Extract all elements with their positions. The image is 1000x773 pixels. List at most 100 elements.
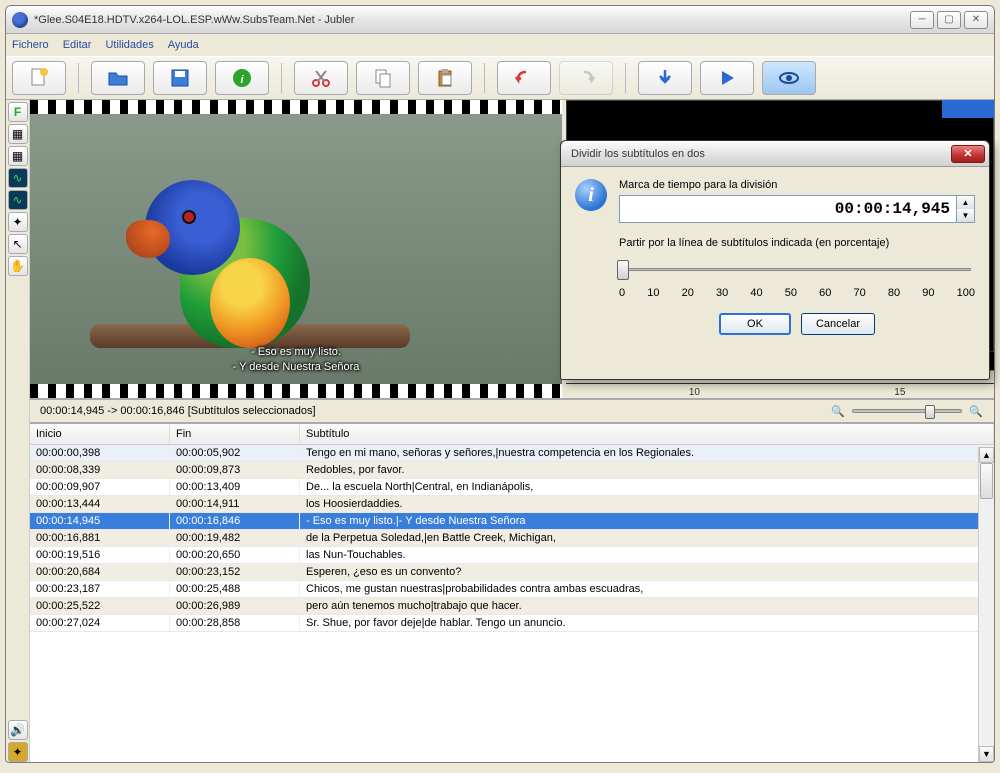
titlebar: *Glee.S04E18.HDTV.x264-LOL.ESP.wWw.SubsT… bbox=[6, 6, 994, 34]
tool-wand-icon[interactable]: ✦ bbox=[8, 212, 28, 232]
table-cell: 00:00:20,650 bbox=[170, 547, 300, 563]
tool-sparkle-icon[interactable]: ✦ bbox=[8, 742, 28, 762]
zoom-out-icon[interactable]: 🔍 bbox=[830, 403, 846, 419]
table-row[interactable]: 00:00:00,39800:00:05,902Tengo en mi mano… bbox=[30, 445, 994, 462]
col-start-header[interactable]: Inicio bbox=[30, 424, 170, 444]
copy-button[interactable] bbox=[356, 61, 410, 95]
toolbar: i bbox=[6, 56, 994, 100]
table-cell: 00:00:13,444 bbox=[30, 496, 170, 512]
table-row[interactable]: 00:00:14,94500:00:16,846- Eso es muy lis… bbox=[30, 513, 994, 530]
table-cell: 00:00:19,516 bbox=[30, 547, 170, 563]
main-window: *Glee.S04E18.HDTV.x264-LOL.ESP.wWw.SubsT… bbox=[5, 5, 995, 763]
ok-button[interactable]: OK bbox=[719, 313, 791, 335]
cut-button[interactable] bbox=[294, 61, 348, 95]
table-cell: 00:00:19,482 bbox=[170, 530, 300, 546]
time-label: Marca de tiempo para la división bbox=[619, 179, 975, 191]
tool-wave2-icon[interactable]: ∿ bbox=[8, 190, 28, 210]
table-cell: Esperen, ¿eso es un convento? bbox=[300, 564, 994, 580]
table-row[interactable]: 00:00:20,68400:00:23,152Esperen, ¿eso es… bbox=[30, 564, 994, 581]
table-cell: 00:00:13,409 bbox=[170, 479, 300, 495]
tool-photo-icon[interactable]: ▦ bbox=[8, 146, 28, 166]
table-cell: 00:00:00,398 bbox=[30, 445, 170, 461]
paste-button[interactable] bbox=[418, 61, 472, 95]
tool-sound-icon[interactable]: 🔊 bbox=[8, 720, 28, 740]
table-cell: 00:00:23,152 bbox=[170, 564, 300, 580]
table-cell: 00:00:20,684 bbox=[30, 564, 170, 580]
menu-utilities[interactable]: Utilidades bbox=[105, 39, 153, 51]
table-cell: las Nun-Touchables. bbox=[300, 547, 994, 563]
col-text-header[interactable]: Subtítulo bbox=[300, 424, 994, 444]
minimize-button[interactable]: ─ bbox=[910, 11, 934, 29]
scroll-down-icon[interactable]: ▼ bbox=[979, 746, 994, 762]
subtitle-line: - Eso es muy listo. bbox=[233, 345, 360, 359]
percent-slider[interactable] bbox=[623, 263, 971, 277]
redo-button[interactable] bbox=[559, 61, 613, 95]
table-cell: 00:00:09,873 bbox=[170, 462, 300, 478]
table-cell: Chicos, me gustan nuestras|probabilidade… bbox=[300, 581, 994, 597]
col-end-header[interactable]: Fin bbox=[170, 424, 300, 444]
preview-button[interactable] bbox=[762, 61, 816, 95]
dialog-close-button[interactable]: ✕ bbox=[951, 145, 985, 163]
spinner-up-icon[interactable]: ▲ bbox=[957, 196, 974, 209]
side-toolbar: F ▦ ▦ ∿ ∿ ✦ ↖ ✋ 🔊 ✦ bbox=[6, 100, 30, 762]
time-input[interactable] bbox=[619, 195, 957, 223]
scroll-up-icon[interactable]: ▲ bbox=[979, 447, 994, 463]
close-button[interactable]: ✕ bbox=[964, 11, 988, 29]
video-preview: - Eso es muy listo. - Y desde Nuestra Se… bbox=[30, 100, 562, 398]
table-cell: Redobles, por favor. bbox=[300, 462, 994, 478]
maximize-button[interactable]: ▢ bbox=[937, 11, 961, 29]
dialog-title: Dividir los subtítulos en dos bbox=[571, 148, 951, 160]
table-cell: 00:00:05,902 bbox=[170, 445, 300, 461]
table-cell: de la Perpetua Soledad,|en Battle Creek,… bbox=[300, 530, 994, 546]
scrollbar[interactable]: ▲ ▼ bbox=[978, 447, 994, 762]
table-row[interactable]: 00:00:23,18700:00:25,488Chicos, me gusta… bbox=[30, 581, 994, 598]
table-row[interactable]: 00:00:16,88100:00:19,482de la Perpetua S… bbox=[30, 530, 994, 547]
download-button[interactable] bbox=[638, 61, 692, 95]
table-row[interactable]: 00:00:19,51600:00:20,650las Nun-Touchabl… bbox=[30, 547, 994, 564]
window-title: *Glee.S04E18.HDTV.x264-LOL.ESP.wWw.SubsT… bbox=[34, 14, 910, 26]
table-cell: 00:00:16,846 bbox=[170, 513, 300, 529]
open-button[interactable] bbox=[91, 61, 145, 95]
tool-pointer-icon[interactable]: ↖ bbox=[8, 234, 28, 254]
app-icon bbox=[12, 12, 28, 28]
table-cell: 00:00:26,989 bbox=[170, 598, 300, 614]
table-cell: 00:00:14,911 bbox=[170, 496, 300, 512]
spinner-down-icon[interactable]: ▼ bbox=[957, 209, 974, 222]
table-cell: 00:00:25,522 bbox=[30, 598, 170, 614]
table-cell: 00:00:25,488 bbox=[170, 581, 300, 597]
tool-image-icon[interactable]: ▦ bbox=[8, 124, 28, 144]
table-row[interactable]: 00:00:27,02400:00:28,858Sr. Shue, por fa… bbox=[30, 615, 994, 632]
table-cell: 00:00:23,187 bbox=[30, 581, 170, 597]
table-cell: los Hoosierdaddies. bbox=[300, 496, 994, 512]
menu-edit[interactable]: Editar bbox=[63, 39, 92, 51]
subtitle-overlay: - Eso es muy listo. - Y desde Nuestra Se… bbox=[233, 345, 360, 374]
table-cell: Sr. Shue, por favor deje|de hablar. Teng… bbox=[300, 615, 994, 631]
table-header: Inicio Fin Subtítulo bbox=[30, 424, 994, 445]
save-button[interactable] bbox=[153, 61, 207, 95]
undo-button[interactable] bbox=[497, 61, 551, 95]
tool-hand-icon[interactable]: ✋ bbox=[8, 256, 28, 276]
table-cell: 00:00:08,339 bbox=[30, 462, 170, 478]
info-button[interactable]: i bbox=[215, 61, 269, 95]
subtitle-table: Inicio Fin Subtítulo 00:00:00,39800:00:0… bbox=[30, 424, 994, 762]
table-row[interactable]: 00:00:13,44400:00:14,911los Hoosierdaddi… bbox=[30, 496, 994, 513]
split-dialog: Dividir los subtítulos en dos ✕ i Marca … bbox=[560, 140, 990, 380]
table-row[interactable]: 00:00:08,33900:00:09,873Redobles, por fa… bbox=[30, 462, 994, 479]
dialog-titlebar: Dividir los subtítulos en dos ✕ bbox=[561, 141, 989, 167]
info-icon: i bbox=[575, 179, 607, 211]
menubar: Fichero Editar Utilidades Ayuda bbox=[6, 34, 994, 56]
table-cell: 00:00:28,858 bbox=[170, 615, 300, 631]
table-row[interactable]: 00:00:25,52200:00:26,989pero aún tenemos… bbox=[30, 598, 994, 615]
tool-wave-icon[interactable]: ∿ bbox=[8, 168, 28, 188]
new-button[interactable] bbox=[12, 61, 66, 95]
zoom-slider[interactable] bbox=[852, 409, 962, 413]
menu-file[interactable]: Fichero bbox=[12, 39, 49, 51]
table-cell: 00:00:16,881 bbox=[30, 530, 170, 546]
menu-help[interactable]: Ayuda bbox=[168, 39, 199, 51]
zoom-in-icon[interactable]: 🔍 bbox=[968, 403, 984, 419]
table-cell: 00:00:14,945 bbox=[30, 513, 170, 529]
play-button[interactable] bbox=[700, 61, 754, 95]
cancel-button[interactable]: Cancelar bbox=[801, 313, 875, 335]
filter-icon[interactable]: F bbox=[8, 102, 28, 122]
table-row[interactable]: 00:00:09,90700:00:13,409De... la escuela… bbox=[30, 479, 994, 496]
